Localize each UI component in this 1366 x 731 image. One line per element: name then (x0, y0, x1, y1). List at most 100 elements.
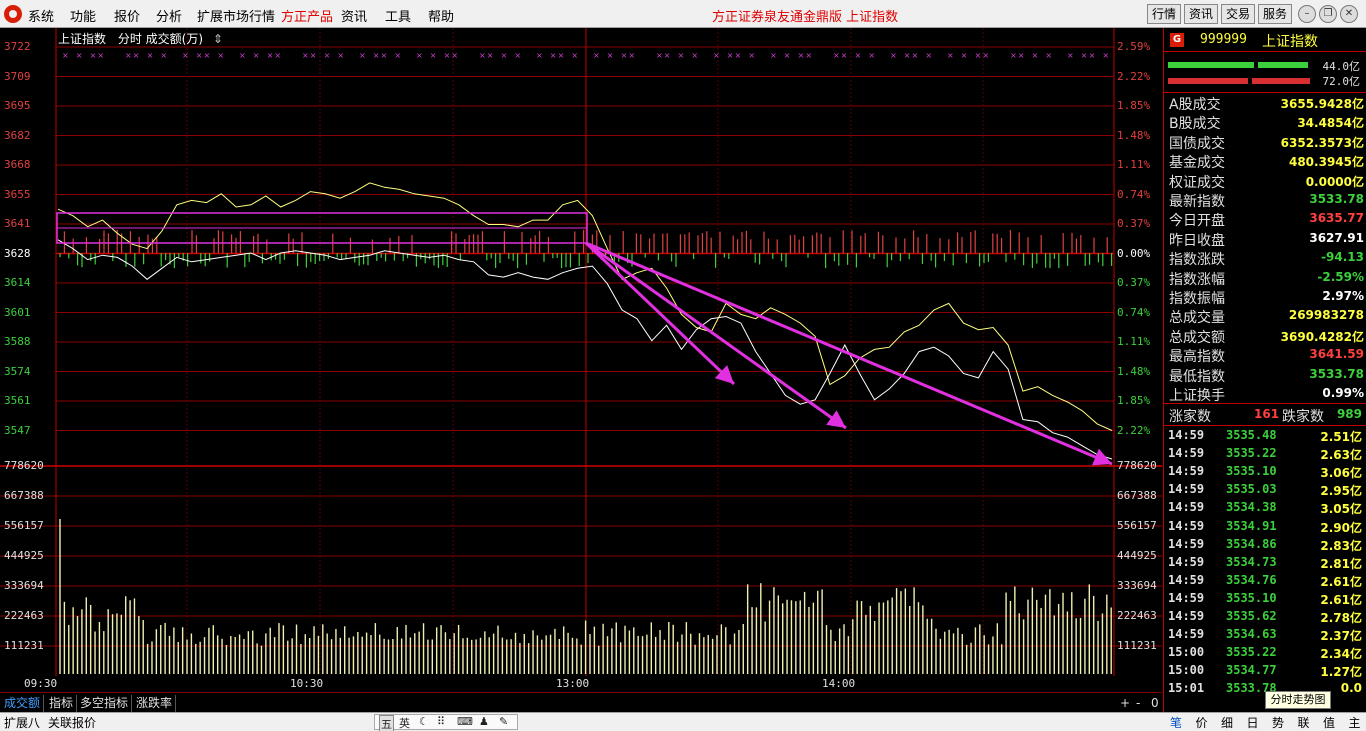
signal-marker: × (1067, 51, 1074, 60)
zoom-in-button[interactable]: + (1120, 696, 1130, 710)
menu-function[interactable]: 功能 (70, 6, 96, 25)
tick-row[interactable]: 14:59 3535.62 2.78亿 (1168, 609, 1364, 627)
tick-time: 14:59 (1168, 464, 1205, 479)
menu-founder-products[interactable]: 方正产品 (281, 6, 333, 25)
tick-row[interactable]: 14:59 3534.91 2.90亿 (1168, 519, 1364, 537)
ime-tool-icon[interactable]: ✎ (499, 715, 508, 728)
market-button[interactable]: 行情 (1147, 4, 1181, 24)
tab-rise-fall-ratio[interactable]: 涨跌率 (133, 695, 177, 712)
tick-time: 14:59 (1168, 572, 1205, 587)
tick-row[interactable]: 14:59 3534.73 2.81亿 (1168, 555, 1364, 573)
tab-indicator[interactable]: 指标 (46, 695, 78, 712)
tick-price: 3535.62 (1226, 609, 1277, 623)
close-icon[interactable]: ✕ (1340, 5, 1358, 23)
panel-tab[interactable]: 值 (1323, 714, 1335, 731)
menu-quote[interactable]: 报价 (114, 6, 140, 25)
volume-axis-label: 333694 (1117, 579, 1157, 592)
signal-marker: × (416, 51, 423, 60)
menu-tools[interactable]: 工具 (385, 6, 411, 25)
tick-time: 14:59 (1168, 536, 1205, 551)
tick-row[interactable]: 14:59 3535.22 2.63亿 (1168, 446, 1364, 464)
tick-row[interactable]: 15:00 3535.22 2.34亿 (1168, 645, 1364, 663)
panel-tab[interactable]: 联 (1298, 714, 1310, 731)
zoom-out-button[interactable]: - (1136, 696, 1140, 710)
tick-row[interactable]: 14:59 3534.38 3.05亿 (1168, 500, 1364, 518)
intraday-chart-area[interactable]: × × × × × × × × × × × × × × × × × × × × × × × × × × × × × × × × × × × × × × × ×… (0, 28, 1162, 692)
volume-axis-label: 556157 (4, 519, 44, 532)
stat-row: 指数振幅 2.97% (1168, 288, 1364, 307)
intraday-chart[interactable]: × × × × × × × × × × × × × × × × × × × × × × × × × × × × × × × × × × × × × × × ×… (0, 28, 1162, 692)
signal-marker: × (1102, 51, 1109, 60)
reset-button[interactable]: 0 (1151, 696, 1159, 710)
menu-system[interactable]: 系统 (28, 6, 54, 25)
signal-marker: × (656, 51, 663, 60)
minimize-icon[interactable]: – (1298, 5, 1316, 23)
stat-row: 总成交额 3690.4282亿 (1168, 327, 1364, 346)
stat-value: -94.13 (1321, 250, 1364, 265)
price-axis-label: 3695 (4, 99, 31, 112)
percent-axis-label: 1.48% (1117, 364, 1151, 378)
stat-value: 3655.9428亿 (1280, 97, 1364, 111)
stat-value: 269983278 (1288, 308, 1364, 323)
ime-user-icon[interactable]: ♟ (479, 715, 489, 728)
panel-tab[interactable]: 价 (1196, 714, 1208, 731)
status-extend[interactable]: 扩展八 (4, 714, 40, 731)
stat-row: B股成交 34.4854亿 (1168, 113, 1364, 132)
signal-marker: × (1081, 51, 1088, 60)
restore-icon[interactable]: ❐ (1319, 5, 1337, 23)
signal-marker: × (324, 51, 331, 60)
ime-dots-icon[interactable]: ⠿ (437, 715, 445, 728)
volume-axis-label: 667388 (1117, 489, 1157, 502)
tick-row[interactable]: 14:59 3535.10 2.61亿 (1168, 591, 1364, 609)
ime-toolbar[interactable]: 五 英 ☾ ⠿ ⌨ ♟ ✎ (374, 714, 518, 731)
panel-tab[interactable]: 日 (1247, 714, 1259, 731)
price-axis-label: 3628 (4, 246, 31, 260)
tick-row[interactable]: 14:59 3535.03 2.95亿 (1168, 482, 1364, 500)
price-axis-label: 3722 (4, 40, 31, 53)
tick-row[interactable]: 14:59 3535.10 3.06亿 (1168, 464, 1364, 482)
ime-wubi-icon[interactable]: 五 (379, 715, 394, 731)
chart-index-name: 上证指数 (58, 32, 107, 46)
buy-volume-bar-2 (1258, 62, 1308, 68)
ime-english-icon[interactable]: 英 (399, 715, 410, 731)
status-related-quote[interactable]: 关联报价 (48, 714, 96, 731)
tick-row[interactable]: 14:59 3534.76 2.61亿 (1168, 573, 1364, 591)
tooltip: 分时走势图 (1265, 691, 1331, 709)
service-button[interactable]: 服务 (1258, 4, 1292, 24)
up-down-arrow-icon[interactable]: ⇕ (213, 32, 223, 46)
stat-row: 总成交量 269983278 (1168, 307, 1364, 326)
tick-price: 3535.10 (1226, 590, 1277, 605)
ime-moon-icon[interactable]: ☾ (419, 715, 429, 728)
signal-marker: × (204, 51, 211, 60)
panel-tab[interactable]: 笔 (1170, 714, 1182, 731)
decline-label: 跌家数 (1282, 409, 1324, 425)
menu-news[interactable]: 资讯 (341, 6, 367, 25)
tick-row[interactable]: 14:59 3534.63 2.37亿 (1168, 627, 1364, 645)
signal-marker: × (337, 51, 344, 60)
signal-marker: × (678, 51, 685, 60)
panel-tab[interactable]: 主 (1349, 714, 1361, 731)
stat-row: 基金成交 480.3945亿 (1168, 152, 1364, 171)
tab-turnover[interactable]: 成交额 (1, 695, 45, 712)
tick-row[interactable]: 15:00 3534.77 1.27亿 (1168, 663, 1364, 681)
tick-time: 14:59 (1168, 482, 1205, 497)
news-button[interactable]: 资讯 (1184, 4, 1218, 24)
ime-keyboard-icon[interactable]: ⌨ (457, 715, 473, 728)
signal-marker: × (841, 51, 848, 60)
panel-tab[interactable]: 势 (1272, 714, 1284, 731)
tick-time: 14:59 (1168, 590, 1205, 605)
tick-time: 14:59 (1168, 554, 1205, 569)
tick-row[interactable]: 14:59 3535.48 2.51亿 (1168, 428, 1364, 446)
stat-value: 3627.91 (1309, 230, 1364, 245)
stat-label: 今日开盘 (1169, 213, 1225, 230)
panel-tab[interactable]: 细 (1221, 714, 1233, 731)
menu-help[interactable]: 帮助 (428, 6, 454, 25)
stat-row: 权证成交 0.0000亿 (1168, 172, 1364, 191)
menu-analysis[interactable]: 分析 (156, 6, 182, 25)
tab-long-short[interactable]: 多空指标 (77, 695, 133, 712)
menu-extended-market[interactable]: 扩展市场行情 (197, 6, 275, 25)
trade-button[interactable]: 交易 (1221, 4, 1255, 24)
signal-marker: × (868, 51, 875, 60)
volume-axis-label: 444925 (4, 549, 44, 562)
tick-row[interactable]: 14:59 3534.86 2.83亿 (1168, 537, 1364, 555)
